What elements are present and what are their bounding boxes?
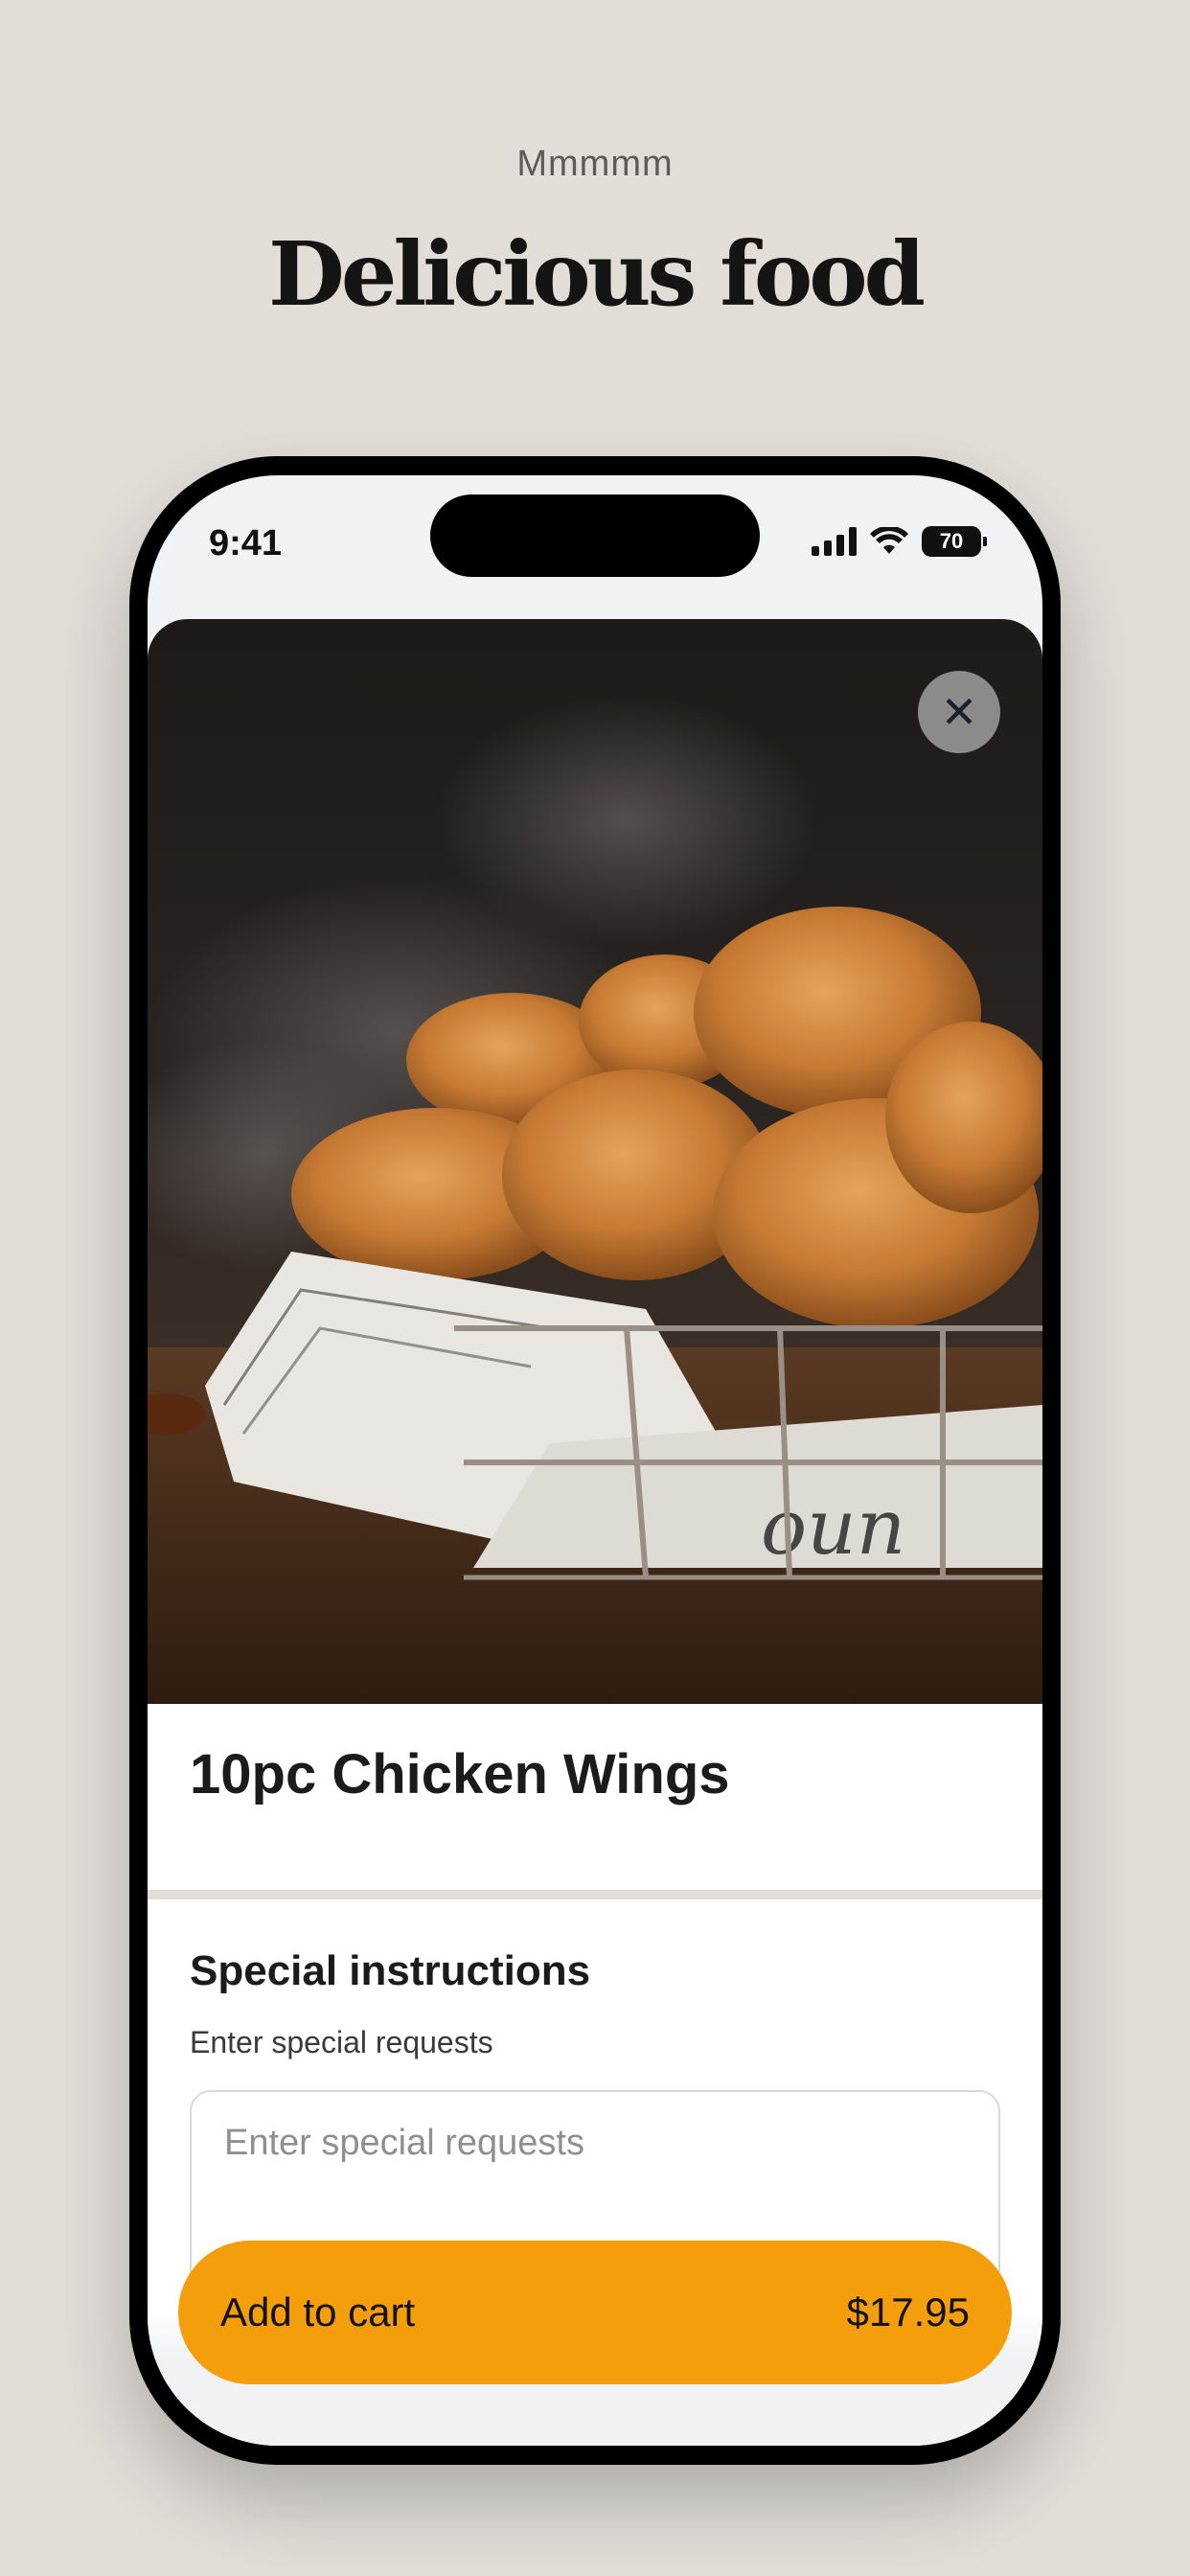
wifi-icon xyxy=(870,527,908,554)
status-icons: 70 xyxy=(812,525,987,558)
close-button[interactable]: ✕ xyxy=(918,671,1000,753)
item-sheet: oun ✕ 10pc Chicken Wings Special instruc… xyxy=(148,619,1042,2446)
status-time: 9:41 xyxy=(209,523,283,564)
food-image: oun ✕ xyxy=(148,619,1042,1704)
food-illustration: oun xyxy=(148,696,1042,1704)
special-instructions-subtitle: Enter special requests xyxy=(190,2025,493,2059)
special-instructions-title: Special instructions xyxy=(190,1947,591,1994)
close-icon: ✕ xyxy=(940,687,978,737)
svg-text:oun: oun xyxy=(761,1483,905,1572)
add-to-cart-label: Add to cart xyxy=(220,2289,416,2334)
item-title: 10pc Chicken Wings xyxy=(190,1743,730,1806)
marketing-headline: Delicious food xyxy=(268,222,926,326)
section-divider xyxy=(148,1890,1042,1899)
cart-price: $17.95 xyxy=(846,2289,970,2334)
signal-icon xyxy=(812,527,857,556)
phone-screen: 9:41 70 oun ✕ 10pc Chicken Wings Special… xyxy=(148,475,1042,2446)
battery-icon: 70 xyxy=(922,526,987,557)
dynamic-island xyxy=(430,494,760,577)
eyebrow-text: Mmmmm xyxy=(516,144,674,184)
add-to-cart-button[interactable]: Add to cart $17.95 xyxy=(178,2241,1012,2384)
